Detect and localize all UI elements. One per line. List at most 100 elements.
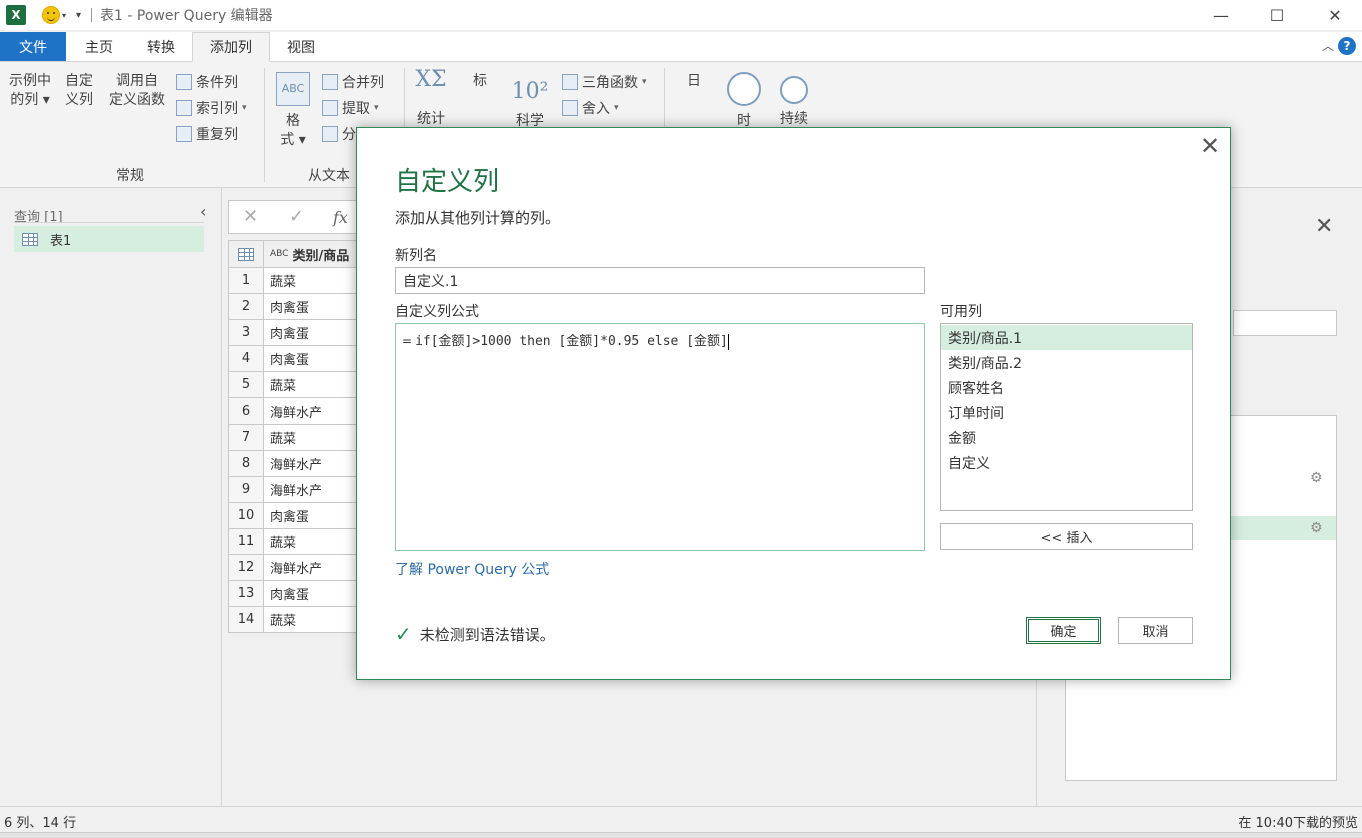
time-button[interactable]: 时	[724, 72, 764, 131]
confirm-formula-icon[interactable]: ✓	[289, 206, 304, 227]
scientific-button[interactable]: 10² 科学	[510, 72, 550, 131]
list-item[interactable]: 类别/商品.2	[941, 350, 1192, 375]
help-icon[interactable]: ?	[1338, 37, 1356, 55]
table-cell[interactable]: 蔬菜	[264, 372, 368, 397]
table-row[interactable]: 9 海鲜水产	[229, 476, 368, 503]
table-row[interactable]: 1 蔬菜	[229, 268, 368, 295]
table-row[interactable]: 12 海鲜水产	[229, 555, 368, 582]
list-item[interactable]: 订单时间	[941, 400, 1192, 425]
tab-file[interactable]: 文件	[0, 32, 66, 61]
table-row[interactable]: 8 海鲜水产	[229, 450, 368, 477]
chevron-down-icon[interactable]: ▾	[62, 11, 66, 20]
conditional-column-button[interactable]: 条件列	[176, 72, 238, 92]
table-cell[interactable]: 蔬菜	[264, 529, 368, 554]
gear-icon[interactable]: ⚙	[1310, 470, 1323, 486]
table-cell[interactable]: 肉禽蛋	[264, 320, 368, 345]
column-header[interactable]: ABC 类别/商品	[264, 241, 368, 267]
table-icon	[22, 232, 38, 246]
table-row[interactable]: 6 海鲜水产	[229, 398, 368, 425]
row-number: 2	[229, 294, 264, 320]
tab-add-column[interactable]: 添加列	[192, 32, 270, 62]
list-item[interactable]: 顾客姓名	[941, 375, 1192, 400]
query-item[interactable]: 表1	[14, 226, 204, 252]
tab-view[interactable]: 视图	[270, 32, 332, 61]
table-cell[interactable]: 肉禽蛋	[264, 581, 368, 606]
dialog-close-icon[interactable]: ✕	[1200, 132, 1220, 160]
table-row[interactable]: 11 蔬菜	[229, 528, 368, 556]
ok-button[interactable]: 确定	[1026, 617, 1101, 644]
date-button[interactable]: 日	[676, 72, 1044, 346]
query-name-input[interactable]	[1233, 310, 1337, 336]
smiley-feedback-icon[interactable]	[42, 6, 60, 24]
column-from-examples-button[interactable]: 示例中 的列 ▾	[6, 72, 374, 346]
collapse-ribbon-icon[interactable]: ︿	[1322, 37, 1334, 54]
row-number: 1	[229, 268, 264, 294]
row-number: 4	[229, 346, 264, 372]
table-cell[interactable]: 海鲜水产	[264, 555, 368, 580]
table-cell[interactable]: 肉禽蛋	[264, 503, 368, 528]
insert-button[interactable]: << 插入	[940, 523, 1193, 550]
list-item[interactable]: 类别/商品.1	[941, 325, 1192, 350]
index-column-button[interactable]: 索引列 ▾	[176, 98, 247, 118]
table-menu-icon[interactable]	[229, 241, 264, 267]
table-cell[interactable]: 肉禽蛋	[264, 294, 368, 319]
table-row[interactable]: 14 蔬菜	[229, 607, 368, 634]
tab-transform[interactable]: 转换	[130, 32, 192, 61]
minimize-button[interactable]: —	[1198, 0, 1244, 30]
custom-column-button[interactable]: 自定 义列	[62, 72, 430, 346]
table-row[interactable]: 5 蔬菜	[229, 372, 368, 399]
text-type-icon[interactable]: ABC	[270, 249, 288, 259]
close-icon[interactable]: ✕	[1315, 214, 1333, 239]
formula-editor[interactable]: = if[金额]>1000 then [金额]*0.95 else [金额]	[395, 323, 925, 551]
maximize-button[interactable]: ☐	[1254, 0, 1300, 30]
standard-button[interactable]: 标	[460, 72, 828, 346]
cancel-formula-icon[interactable]: ✕	[243, 206, 258, 227]
table-row[interactable]: 3 肉禽蛋	[229, 320, 368, 347]
new-column-name-input[interactable]: 自定义.1	[395, 267, 925, 294]
checkmark-icon: ✓	[395, 622, 412, 646]
table-cell[interactable]: 蔬菜	[264, 425, 368, 450]
table-row[interactable]: 2 肉禽蛋	[229, 294, 368, 321]
tab-home[interactable]: 主页	[68, 32, 130, 61]
index-column-icon	[176, 100, 192, 116]
duplicate-column-button[interactable]: 重复列	[176, 124, 238, 144]
row-number: 3	[229, 320, 264, 346]
parse-button[interactable]: 分	[322, 124, 356, 144]
invoke-custom-function-button[interactable]: 调用自 定义函数	[106, 72, 474, 346]
table-cell[interactable]: 海鲜水产	[264, 398, 368, 423]
table-row[interactable]: 10 肉禽蛋	[229, 502, 368, 529]
table-cell[interactable]: 海鲜水产	[264, 451, 368, 476]
close-button[interactable]: ✕	[1312, 0, 1358, 30]
clock-icon	[727, 72, 761, 106]
table-row[interactable]: 7 蔬菜	[229, 424, 368, 451]
list-item[interactable]: 金额	[941, 425, 1192, 450]
trigonometry-button[interactable]: 三角函数 ▾	[562, 72, 647, 92]
merge-columns-button[interactable]: 合并列	[322, 72, 384, 92]
collapse-pane-icon[interactable]: ‹	[200, 202, 206, 221]
quick-access-customize-icon[interactable]: ▾	[76, 10, 81, 21]
cancel-button[interactable]: 取消	[1118, 617, 1193, 644]
rounding-icon	[562, 100, 578, 116]
chevron-down-icon: ▾	[642, 77, 647, 87]
function-fx-icon[interactable]: fx	[333, 208, 348, 227]
button-label: 的列 ▾	[10, 92, 50, 108]
table-row[interactable]: 4 肉禽蛋	[229, 346, 368, 373]
custom-column-dialog: ✕ 自定义列 添加从其他列计算的列。 新列名 自定义.1 自定义列公式 = if[…	[356, 127, 1231, 680]
extract-button[interactable]: 提取 ▾	[322, 98, 379, 118]
formula-label: 自定义列公式	[395, 304, 479, 320]
table-cell[interactable]: 肉禽蛋	[264, 346, 368, 371]
rounding-button[interactable]: 舍入 ▾	[562, 98, 619, 118]
duration-button[interactable]: 持续	[774, 72, 814, 129]
table-row[interactable]: 13 肉禽蛋	[229, 581, 368, 608]
table-cell[interactable]: 海鲜水产	[264, 477, 368, 502]
available-columns-list[interactable]: 类别/商品.1 类别/商品.2 顾客姓名 订单时间 金额 自定义	[940, 323, 1193, 511]
table-cell[interactable]: 蔬菜	[264, 607, 368, 632]
format-button[interactable]: ABC 格 式 ▾	[274, 72, 312, 150]
statistics-button[interactable]: XΣ 统计	[412, 69, 450, 129]
window-title: 表1 - Power Query 编辑器	[100, 8, 273, 24]
gear-icon[interactable]: ⚙	[1310, 520, 1323, 536]
table-cell[interactable]: 蔬菜	[264, 268, 368, 293]
list-item[interactable]: 自定义	[941, 450, 1192, 475]
grid-rows: 1 蔬菜 2 肉禽蛋 3 肉禽蛋 4 肉禽蛋 5 蔬菜 6 海鲜水产 7 蔬菜 8 海鲜水产 9 海鲜水产 10 肉禽…	[229, 268, 368, 634]
learn-formulas-link[interactable]: 了解 Power Query 公式	[395, 559, 549, 579]
